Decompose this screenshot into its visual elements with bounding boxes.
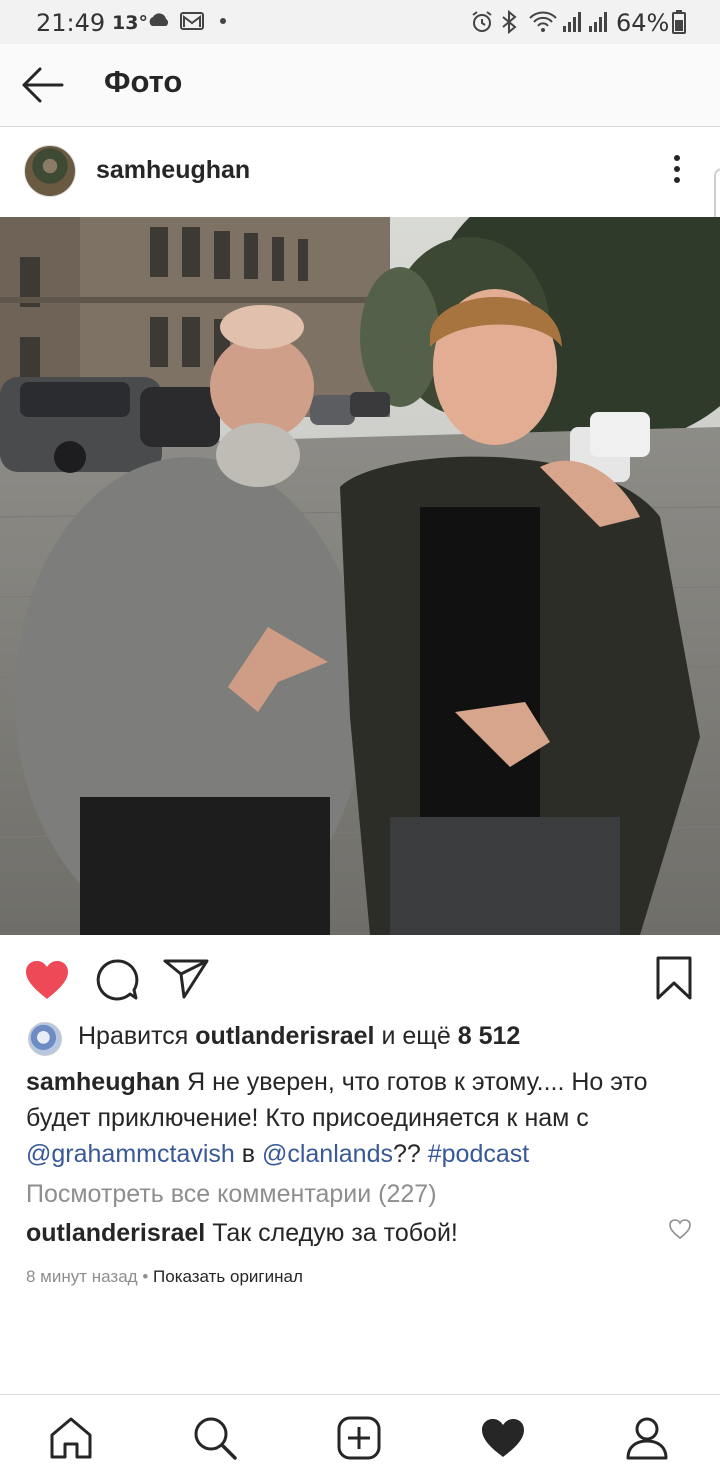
caption-mention-grahammctavish[interactable]: @grahammctavish (26, 1140, 235, 1168)
post-caption: samheughan Я не уверен, что готов к этом… (26, 1064, 698, 1172)
meta-separator: • (142, 1267, 149, 1286)
back-arrow-icon[interactable] (20, 66, 64, 104)
view-all-comments-link[interactable]: Посмотреть все комментарии (227) (26, 1180, 437, 1209)
likes-middle: и ещё (381, 1022, 451, 1050)
likes-text[interactable]: Нравится outlanderisrael и ещё 8 512 (78, 1022, 520, 1051)
battery-percent: 64% (616, 9, 670, 37)
comment-icon[interactable] (94, 957, 140, 1003)
comment-item: outlanderisrael Так следую за тобой! (26, 1219, 458, 1248)
avatar[interactable] (24, 145, 76, 197)
comment-text: Так следую за тобой! (212, 1219, 458, 1247)
like-heart-icon[interactable] (24, 959, 70, 1001)
profile-icon[interactable] (622, 1413, 672, 1463)
alarm-icon (472, 11, 492, 32)
time-ago: 8 минут назад (26, 1267, 138, 1286)
post-username[interactable]: samheughan (96, 156, 250, 185)
battery-icon (672, 10, 686, 34)
caption-joiner: в (241, 1140, 256, 1168)
likes-count[interactable]: 8 512 (458, 1022, 521, 1050)
status-temperature: 13° (112, 12, 148, 34)
post-meta: 8 минут назад • Показать оригинал (26, 1267, 303, 1287)
liker-avatar[interactable] (28, 1022, 62, 1056)
comment-author[interactable]: outlanderisrael (26, 1219, 205, 1247)
show-original-link[interactable]: Показать оригинал (153, 1267, 303, 1286)
comment-like-icon[interactable] (668, 1218, 692, 1240)
more-options-icon[interactable] (664, 155, 690, 189)
status-time: 21:49 (36, 9, 106, 37)
likes-user[interactable]: outlanderisrael (195, 1022, 374, 1050)
post-header: samheughan (0, 127, 720, 217)
post-photo[interactable] (0, 217, 720, 935)
mail-icon (180, 12, 204, 30)
likes-prefix: Нравится (78, 1022, 189, 1050)
post-actions (0, 935, 720, 1020)
cloud-icon (149, 13, 169, 26)
share-direct-icon[interactable] (162, 957, 210, 1001)
bottom-navigation (0, 1394, 720, 1481)
bluetooth-icon (502, 10, 517, 34)
search-icon[interactable] (190, 1413, 240, 1463)
wifi-icon (529, 11, 557, 32)
notification-dot-icon (220, 18, 226, 24)
status-bar: 21:49 13° 64% (0, 0, 720, 44)
app-bar: Фото (0, 44, 720, 127)
activity-heart-icon[interactable] (478, 1413, 528, 1463)
caption-author[interactable]: samheughan (26, 1068, 180, 1096)
home-icon[interactable] (46, 1413, 96, 1463)
caption-punct: ?? (392, 1140, 421, 1168)
signal-2-icon (589, 12, 607, 32)
add-post-icon[interactable] (334, 1413, 384, 1463)
caption-hashtag[interactable]: #podcast (428, 1140, 529, 1168)
signal-icon (563, 12, 581, 32)
page-title: Фото (104, 64, 183, 99)
caption-mention-clanlands[interactable]: @clanlands (262, 1140, 393, 1168)
save-bookmark-icon[interactable] (654, 955, 694, 1001)
likes-row: Нравится outlanderisrael и ещё 8 512 (0, 1018, 720, 1058)
